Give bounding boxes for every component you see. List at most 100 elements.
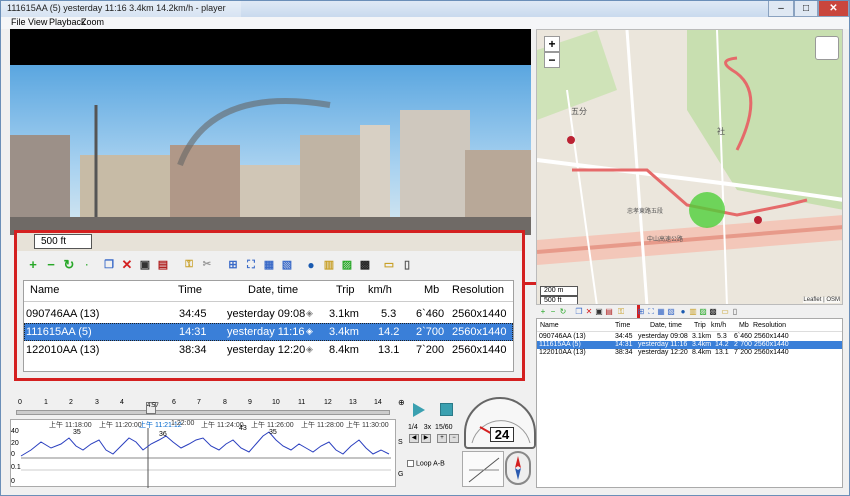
export-icon[interactable]: ▤ — [605, 308, 613, 316]
col-datetime[interactable]: Date, time — [650, 322, 682, 329]
document-icon[interactable]: ▯ — [731, 308, 739, 316]
row-track-icon: ◈ — [306, 344, 313, 354]
col-resolution[interactable]: Resolution — [753, 322, 786, 329]
col-name[interactable]: Name — [540, 322, 559, 329]
image-icon[interactable]: ▨ — [339, 257, 355, 273]
table-row-selected[interactable]: 111615AA (5) 14:31 yesterday 11:16 ◈ 3.4… — [24, 323, 513, 341]
stop-button[interactable] — [440, 403, 453, 416]
timeline-track[interactable] — [16, 410, 390, 415]
speed-graph[interactable]: 上午 11:18:00 上午 11:20:00 上午 11:21:12 1:22… — [10, 419, 396, 488]
table-row[interactable]: 122010AA (13) 38:34 yesterday 12:20 ◈ 8.… — [24, 341, 513, 359]
col-trip[interactable]: Trip — [336, 284, 355, 296]
tick-label: 9 — [248, 399, 252, 406]
folder-icon[interactable]: ▭ — [721, 308, 729, 316]
tile-icon[interactable]: ▦ — [261, 257, 277, 273]
row-track-icon: ◈ — [306, 308, 313, 318]
zoom-out-button[interactable]: − — [544, 52, 560, 68]
image-icon[interactable]: ▨ — [699, 308, 707, 316]
col-kmh[interactable]: km/h — [711, 322, 726, 329]
delete-icon[interactable]: ✕ — [585, 308, 593, 316]
maximize-button[interactable]: □ — [794, 1, 818, 17]
document-icon[interactable]: ▯ — [399, 257, 415, 273]
row-name: 111615AA (5) — [26, 326, 92, 338]
row-kmh: 13.1 — [378, 344, 400, 356]
menu-file[interactable]: File — [11, 17, 26, 27]
add-marker-icon[interactable]: ⊞ — [637, 308, 645, 316]
zoom-in-button[interactable]: + — [544, 36, 560, 52]
dot-icon[interactable]: · — [79, 257, 95, 273]
col-datetime[interactable]: Date, time — [248, 284, 298, 296]
timeline-slider[interactable]: 0 1 2 3 4 6 7 8 9 10 11 12 13 14 4:57 — [10, 399, 396, 417]
speed-ratio2-value[interactable]: 15/60 — [435, 424, 453, 431]
zoom-out-icon[interactable]: − — [449, 434, 459, 443]
col-time[interactable]: Time — [178, 284, 202, 296]
menu-view[interactable]: View — [28, 17, 47, 27]
map-view[interactable]: + − 五分 社 忠孝東路五段 中山高速公路 200 m 500 ft Leaf… — [536, 29, 843, 305]
tick-label: 11 — [298, 399, 306, 406]
key-icon[interactable]: ⚿ — [617, 308, 625, 316]
video-view[interactable] — [10, 29, 531, 235]
refresh-icon[interactable]: ↻ — [559, 308, 567, 316]
refresh-icon[interactable]: ↻ — [61, 257, 77, 273]
save-icon[interactable]: ▣ — [137, 257, 153, 273]
row-mb: 6`460 — [734, 333, 752, 340]
zoom-in-icon[interactable]: + — [437, 434, 447, 443]
col-kmh[interactable]: km/h — [368, 284, 392, 296]
add-marker-icon[interactable]: ⊞ — [225, 257, 241, 273]
cut-icon[interactable]: ✂ — [199, 257, 215, 273]
copy-icon[interactable]: ❐ — [101, 257, 117, 273]
copy-icon[interactable]: ❐ — [575, 308, 583, 316]
layers-icon[interactable] — [815, 36, 839, 60]
table-header: Name Time Date, time Trip km/h Mb Resolu… — [24, 281, 513, 302]
globe-icon[interactable]: ● — [303, 257, 319, 273]
row-datetime: yesterday 12:20 — [638, 349, 688, 356]
save-icon[interactable]: ▣ — [595, 308, 603, 316]
add-icon[interactable]: + — [25, 257, 41, 273]
menu-zoom[interactable]: Zoom — [81, 17, 104, 27]
add-icon[interactable]: + — [539, 308, 547, 316]
ratio-value[interactable]: 1/4 — [408, 424, 418, 431]
map-attribution[interactable]: Leaflet | OSM — [803, 297, 840, 303]
chart-icon[interactable]: ▥ — [689, 308, 697, 316]
tick-label: 8 — [223, 399, 227, 406]
fit-icon[interactable]: ⛶ — [243, 257, 259, 273]
prev-button[interactable]: ◀ — [409, 434, 419, 443]
folder-icon[interactable]: ▭ — [381, 257, 397, 273]
table-row-selected[interactable]: 111615AA (5) 14:31 yesterday 11:16 3.4km… — [537, 341, 842, 349]
compass-needle — [515, 456, 521, 480]
col-time[interactable]: Time — [615, 322, 630, 329]
globe-icon[interactable]: ● — [679, 308, 687, 316]
layers-icon[interactable]: ▧ — [279, 257, 295, 273]
chart-icon[interactable]: ▥ — [321, 257, 337, 273]
col-mb[interactable]: Mb — [424, 284, 439, 296]
col-name[interactable]: Name — [30, 284, 59, 296]
speed-ratio-value[interactable]: 3x — [424, 424, 431, 431]
loop-checkbox[interactable] — [407, 460, 414, 467]
fit-icon[interactable]: ⛶ — [647, 308, 655, 316]
minimize-button[interactable]: – — [768, 1, 794, 17]
play-button[interactable] — [413, 403, 425, 417]
key-icon[interactable]: ⚿ — [181, 257, 197, 273]
close-button[interactable]: ✕ — [818, 1, 849, 17]
peak-label: 35 — [269, 429, 277, 436]
remove-icon[interactable]: − — [43, 257, 59, 273]
table-row[interactable]: 122010AA (13) 38:34 yesterday 12:20 8.4k… — [537, 349, 842, 357]
zoomed-file-list-panel: 500 ft + − ↻ · ❐ ✕ ▣ ▤ ⚿ ✂ ⊞ ⛶ ▦ ▧ ● ▥ ▨… — [14, 230, 525, 381]
loop-ab-toggle[interactable]: Loop A-B — [407, 460, 445, 467]
col-mb[interactable]: Mb — [739, 322, 749, 329]
zoom-icon[interactable]: ⊕ — [398, 398, 405, 407]
export-icon[interactable]: ▤ — [155, 257, 171, 273]
table-row[interactable]: 090746AA (13) 34:45 yesterday 09:08 3.1k… — [537, 333, 842, 341]
delete-icon[interactable]: ✕ — [119, 257, 135, 273]
film-icon[interactable]: ▩ — [709, 308, 717, 316]
next-button[interactable]: ▶ — [421, 434, 431, 443]
col-trip[interactable]: Trip — [694, 322, 706, 329]
col-resolution[interactable]: Resolution — [452, 284, 504, 296]
remove-icon[interactable]: − — [549, 308, 557, 316]
table-row[interactable]: 090746AA (13) 34:45 yesterday 09:08 ◈ 3.… — [24, 305, 513, 323]
timeline-knob[interactable]: 4:57 — [146, 402, 159, 414]
tile-icon[interactable]: ▦ — [657, 308, 665, 316]
row-mb: 6`460 — [416, 308, 445, 320]
layers-icon[interactable]: ▧ — [667, 308, 675, 316]
film-icon[interactable]: ▩ — [357, 257, 373, 273]
